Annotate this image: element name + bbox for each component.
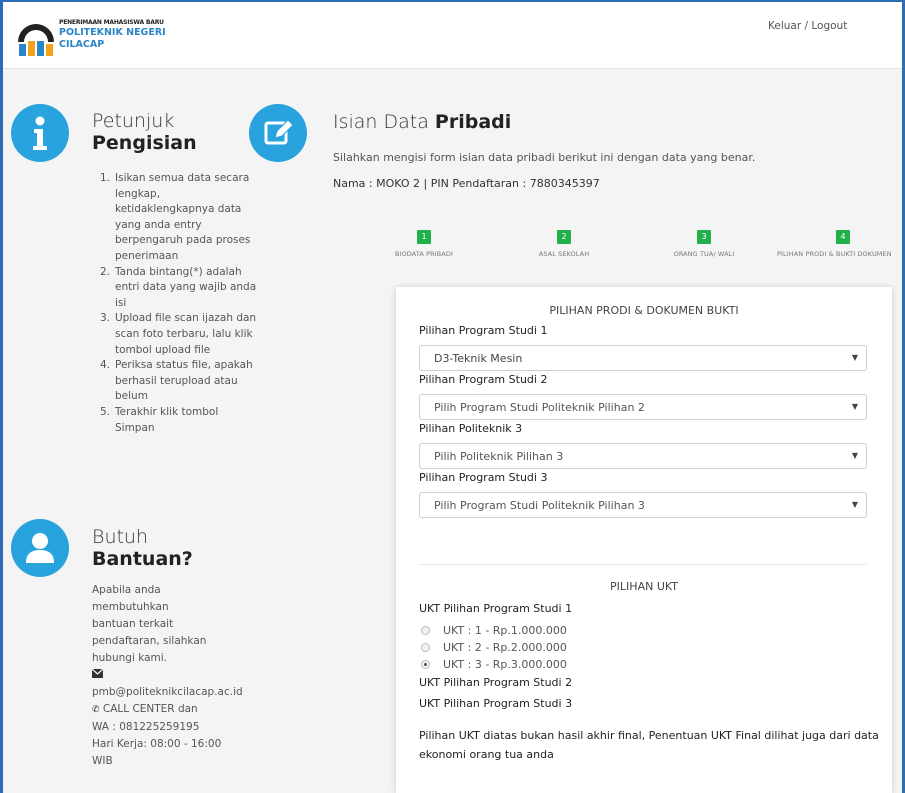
- divider: [419, 564, 867, 565]
- instruction-item: 4. Periksa status file, apakah berhasil t…: [100, 359, 253, 403]
- radio-button[interactable]: [421, 643, 430, 652]
- step-label: PILIHAN PRODI & BUKTI DOKUMEN: [777, 250, 892, 258]
- help-hours: Hari Kerja: 08:00 - 16:00: [92, 738, 222, 750]
- user-icon: [26, 533, 54, 563]
- instructions-title: Petunjuk Pengisian: [92, 110, 197, 154]
- window-frame-left: [0, 0, 3, 793]
- prodi-2-select[interactable]: Pilih Program Studi Politeknik Pilihan 2…: [419, 394, 867, 420]
- step-label: ORANG TUA/ WALI: [673, 250, 735, 258]
- step-number: 1: [417, 230, 431, 244]
- ukt-1-label: UKT Pilihan Program Studi 1: [419, 602, 573, 615]
- applicant-info: Nama : MOKO 2 | PIN Pendaftaran : 788034…: [333, 177, 600, 190]
- dropdown-arrow-icon: ▼: [851, 353, 858, 362]
- logo-subtitle: PENERIMAAN MAHASISWA BARU: [59, 19, 164, 26]
- politeknik-3-select[interactable]: Pilih Politeknik Pilihan 3 ▼: [419, 443, 867, 469]
- dropdown-arrow-icon: ▼: [851, 500, 858, 509]
- page-subtitle: Silahkan mengisi form isian data pribadi…: [333, 151, 756, 164]
- step-number: 3: [697, 230, 711, 244]
- step-label: BIODATA PRIBADI: [395, 250, 453, 258]
- ukt-option-1[interactable]: UKT : 1 - Rp.1.000.000: [421, 624, 567, 637]
- page-title: Isian Data Pribadi: [333, 111, 512, 133]
- instruction-item: 2. Tanda bintang(*) adalah entri data yan…: [100, 265, 257, 309]
- help-text: Apabila anda membutuhkan bantuan terkait…: [91, 582, 267, 770]
- field-label: Pilihan Program Studi 2: [419, 373, 548, 386]
- step-orang-tua[interactable]: 3 ORANG TUA/ WALI: [664, 230, 744, 258]
- help-email[interactable]: pmb@politeknikcilacap.ac.id: [92, 684, 267, 701]
- ukt-3-label: UKT Pilihan Program Studi 3: [419, 697, 573, 710]
- help-callcenter: ✆ CALL CENTER dan: [92, 703, 198, 715]
- section-title-prodi: PILIHAN PRODI & DOKUMEN BUKTI: [549, 304, 739, 317]
- ukt-option-3[interactable]: UKT : 3 - Rp.3.000.000: [421, 658, 567, 671]
- logout-link[interactable]: Keluar / Logout: [768, 20, 847, 32]
- dropdown-arrow-icon: ▼: [851, 451, 858, 460]
- info-icon: [33, 116, 47, 150]
- prodi-1-select[interactable]: D3-Teknik Mesin ▼: [419, 345, 867, 371]
- step-asal-sekolah[interactable]: 2 ASAL SEKOLAH: [524, 230, 604, 258]
- field-label: Pilihan Program Studi 3: [419, 471, 548, 484]
- radio-button[interactable]: [421, 626, 430, 635]
- info-circle: [11, 104, 69, 162]
- prodi-3-select[interactable]: Pilih Program Studi Politeknik Pilihan 3…: [419, 492, 867, 518]
- step-biodata[interactable]: 1 BIODATA PRIBADI: [384, 230, 464, 258]
- edit-circle: [249, 104, 307, 162]
- instruction-item: 1. Isikan semua data secara lengkap, keti…: [100, 172, 251, 262]
- field-label: Pilihan Politeknik 3: [419, 422, 523, 435]
- radio-button-checked[interactable]: [421, 660, 430, 669]
- help-title: Butuh Bantuan?: [92, 526, 193, 570]
- step-pilihan-prodi[interactable]: 4 PILIHAN PRODI & BUKTI DOKUMEN: [776, 230, 902, 258]
- logo-title-line1: POLITEKNIK NEGERI: [59, 27, 166, 38]
- step-label: ASAL SEKOLAH: [538, 250, 590, 258]
- ukt-2-label: UKT Pilihan Program Studi 2: [419, 676, 573, 689]
- edit-icon: [264, 119, 294, 145]
- field-label: Pilihan Program Studi 1: [419, 324, 548, 337]
- logo-text: PENERIMAAN MAHASISWA BARU POLITEKNIK NEG…: [59, 20, 166, 49]
- instructions-list: 1. Isikan semua data secara lengkap, keti…: [100, 171, 258, 436]
- instruction-item: 3. Upload file scan ijazah dan scan foto …: [100, 312, 257, 356]
- header: PENERIMAAN MAHASISWA BARU POLITEKNIK NEG…: [3, 2, 902, 69]
- help-wa: WA : 081225259195: [92, 721, 200, 733]
- step-number: 4: [836, 230, 850, 244]
- help-hours-tz: WIB: [92, 755, 113, 767]
- ukt-note: Pilihan UKT diatas bukan hasil akhir fin…: [419, 729, 879, 761]
- instruction-item: 5. Terakhir klik tombol Simpan: [100, 405, 219, 434]
- logo-title-line2: CILACAP: [59, 38, 105, 50]
- ukt-option-2[interactable]: UKT : 2 - Rp.2.000.000: [421, 641, 567, 654]
- section-title-ukt: PILIHAN UKT: [610, 580, 678, 593]
- phone-icon: ✆: [92, 705, 100, 715]
- step-number: 2: [557, 230, 571, 244]
- form-card: PILIHAN PRODI & DOKUMEN BUKTI Pilihan Pr…: [396, 287, 892, 793]
- help-circle: [11, 519, 69, 577]
- logo-icon: [18, 24, 54, 56]
- dropdown-arrow-icon: ▼: [851, 402, 858, 411]
- envelope-icon: [91, 667, 267, 684]
